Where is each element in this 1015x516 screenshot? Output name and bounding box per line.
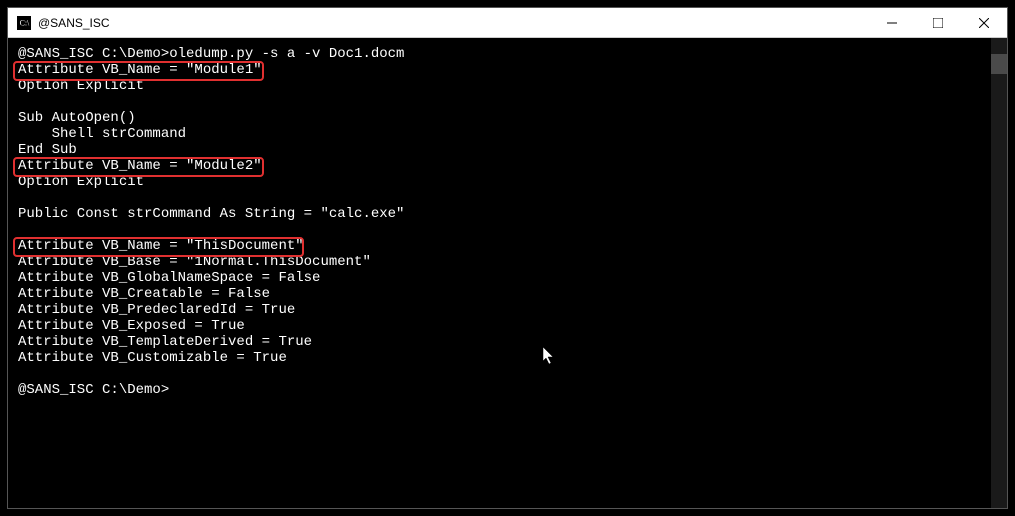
terminal-line: Attribute VB_Base = "1Normal.ThisDocumen… xyxy=(18,254,997,270)
terminal-line: Attribute VB_Name = "ThisDocument" xyxy=(18,238,997,254)
window-frame: C:\ @SANS_ISC @SANS_ISC C:\Demo>oledump.… xyxy=(7,7,1008,509)
svg-text:C:\: C:\ xyxy=(20,18,30,27)
terminal-line: Attribute VB_PredeclaredId = True xyxy=(18,302,997,318)
terminal-line: Shell strCommand xyxy=(18,126,997,142)
terminal-output[interactable]: @SANS_ISC C:\Demo>oledump.py -s a -v Doc… xyxy=(8,38,1007,508)
terminal-line: @SANS_ISC C:\Demo> xyxy=(18,382,997,398)
terminal-line: Attribute VB_GlobalNameSpace = False xyxy=(18,270,997,286)
terminal-line: Attribute VB_Customizable = True xyxy=(18,350,997,366)
terminal-line xyxy=(18,94,997,110)
terminal-line: Attribute VB_Exposed = True xyxy=(18,318,997,334)
terminal-line: Attribute VB_TemplateDerived = True xyxy=(18,334,997,350)
terminal-line: Attribute VB_Name = "Module2" xyxy=(18,158,997,174)
maximize-button[interactable] xyxy=(915,8,961,37)
window-title: @SANS_ISC xyxy=(38,16,869,30)
titlebar[interactable]: C:\ @SANS_ISC xyxy=(8,8,1007,38)
terminal-line: Attribute VB_Name = "Module1" xyxy=(18,62,997,78)
terminal-line: Attribute VB_Creatable = False xyxy=(18,286,997,302)
terminal-line: End Sub xyxy=(18,142,997,158)
terminal-line: @SANS_ISC C:\Demo>oledump.py -s a -v Doc… xyxy=(18,46,997,62)
minimize-button[interactable] xyxy=(869,8,915,37)
scroll-thumb[interactable] xyxy=(991,54,1007,74)
scrollbar[interactable] xyxy=(991,38,1007,508)
terminal-line: Sub AutoOpen() xyxy=(18,110,997,126)
window-controls xyxy=(869,8,1007,37)
terminal-line xyxy=(18,222,997,238)
terminal-line: Public Const strCommand As String = "cal… xyxy=(18,206,997,222)
close-button[interactable] xyxy=(961,8,1007,37)
terminal-line xyxy=(18,190,997,206)
terminal-line: Option Explicit xyxy=(18,78,997,94)
terminal-line xyxy=(18,366,997,382)
cmd-icon: C:\ xyxy=(16,15,32,31)
terminal-line: Option Explicit xyxy=(18,174,997,190)
